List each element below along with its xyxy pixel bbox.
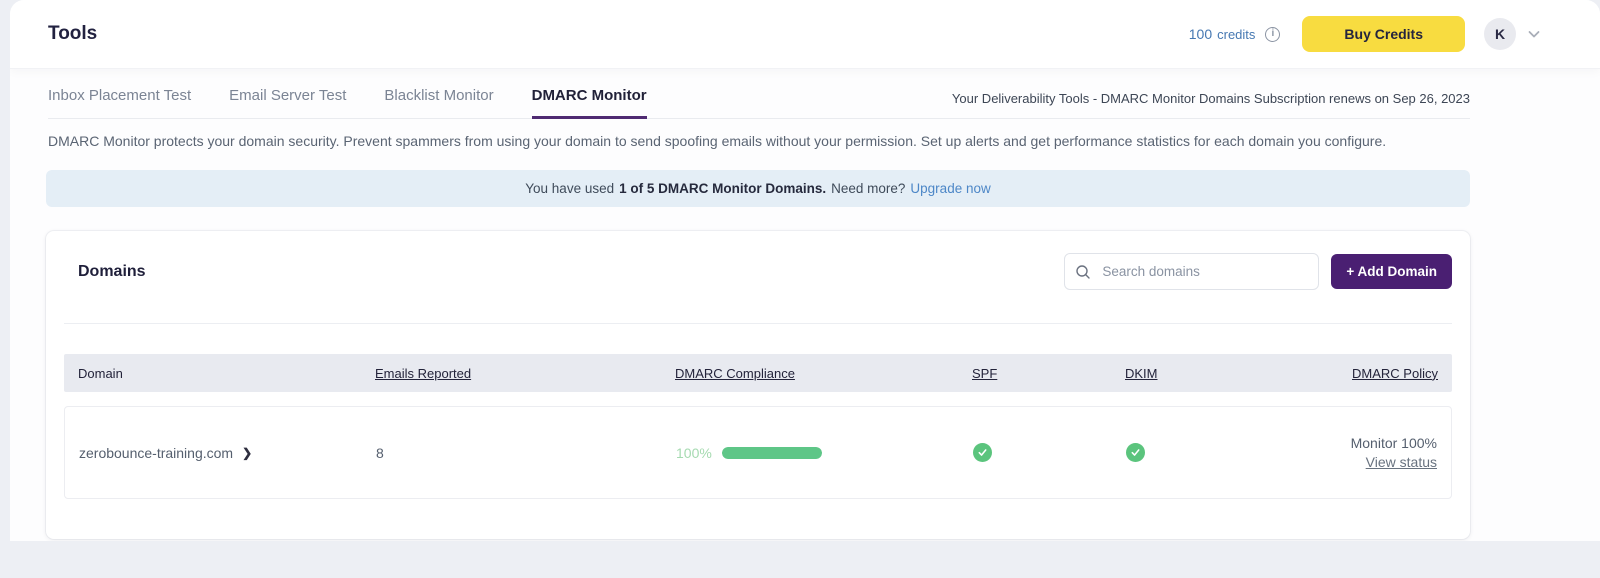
tabs: Inbox Placement Test Email Server Test B… (48, 87, 647, 119)
column-header-dmarc-policy[interactable]: DMARC Policy (1326, 366, 1452, 381)
tool-description: DMARC Monitor protects your domain secur… (48, 133, 1387, 149)
subscription-note: Your Deliverability Tools - DMARC Monito… (951, 91, 1470, 106)
usage-banner-count: 1 of 5 DMARC Monitor Domains. (619, 181, 827, 197)
card-divider (64, 323, 1452, 325)
dkim-cell (1112, 443, 1327, 463)
top-bar-right: 100 credits i Buy Credits K (1189, 16, 1542, 52)
search-icon (1075, 264, 1091, 280)
domain-cell[interactable]: zerobounce-training.com ❯ (65, 445, 362, 461)
column-header-emails-reported[interactable]: Emails Reported (361, 366, 661, 381)
tab-email-server-test[interactable]: Email Server Test (229, 87, 346, 119)
column-header-spf[interactable]: SPF (958, 366, 1111, 381)
top-bar: Tools 100 credits i Buy Credits K (10, 0, 1600, 68)
tab-blacklist-monitor[interactable]: Blacklist Monitor (384, 87, 493, 119)
chevron-right-icon: ❯ (242, 445, 253, 460)
compliance-progress-bar (721, 446, 822, 459)
domains-card-header: Domains + Add Domain (46, 231, 1470, 291)
chevron-down-icon[interactable] (1526, 26, 1542, 42)
add-domain-button[interactable]: + Add Domain (1331, 254, 1452, 290)
search-input[interactable] (1100, 263, 1309, 281)
column-header-dmarc-compliance[interactable]: DMARC Compliance (661, 366, 958, 381)
page-title: Tools (48, 23, 98, 44)
policy-label: Monitor 100% (1350, 435, 1437, 452)
app-window: Tools 100 credits i Buy Credits K Inbox … (10, 0, 1600, 541)
upgrade-now-link[interactable]: Upgrade now (910, 181, 990, 196)
view-status-link[interactable]: View status (1366, 454, 1437, 470)
domain-name: zerobounce-training.com (79, 444, 234, 461)
domains-card-actions: + Add Domain (1064, 253, 1452, 291)
credits-balance: 100 credits (1189, 26, 1256, 42)
avatar[interactable]: K (1484, 18, 1516, 50)
usage-banner: You have used 1 of 5 DMARC Monitor Domai… (46, 170, 1470, 208)
spf-cell (959, 443, 1112, 463)
info-icon[interactable]: i (1265, 26, 1281, 42)
dkim-pass-check-icon (1126, 443, 1145, 463)
search-box[interactable] (1064, 253, 1320, 291)
usage-banner-question: Need more? (831, 181, 906, 197)
compliance-progress-fill (721, 446, 822, 459)
dmarc-policy-cell: Monitor 100% View status (1327, 435, 1451, 470)
column-header-domain: Domain (78, 365, 123, 381)
compliance-percentage: 100% (676, 444, 712, 461)
table-row: zerobounce-training.com ❯ 8 100% Monitor… (64, 406, 1452, 500)
buy-credits-button[interactable]: Buy Credits (1302, 16, 1465, 52)
credits-amount: 100 (1188, 26, 1213, 42)
usage-banner-prefix: You have used (525, 181, 615, 197)
spf-pass-check-icon (973, 443, 992, 463)
tab-bar: Inbox Placement Test Email Server Test B… (48, 87, 1470, 119)
tab-dmarc-monitor[interactable]: DMARC Monitor (531, 87, 647, 119)
dmarc-compliance-cell: 100% (662, 445, 959, 461)
column-header-dkim[interactable]: DKIM (1111, 366, 1326, 381)
emails-reported-cell: 8 (376, 444, 384, 461)
domains-card: Domains + Add Domain Domain Emails Repor… (46, 231, 1470, 540)
table-header-row: Domain Emails Reported DMARC Compliance … (64, 354, 1452, 393)
credits-label: credits (1217, 27, 1256, 42)
tab-inbox-placement-test[interactable]: Inbox Placement Test (48, 87, 191, 119)
domains-title: Domains (78, 262, 146, 280)
